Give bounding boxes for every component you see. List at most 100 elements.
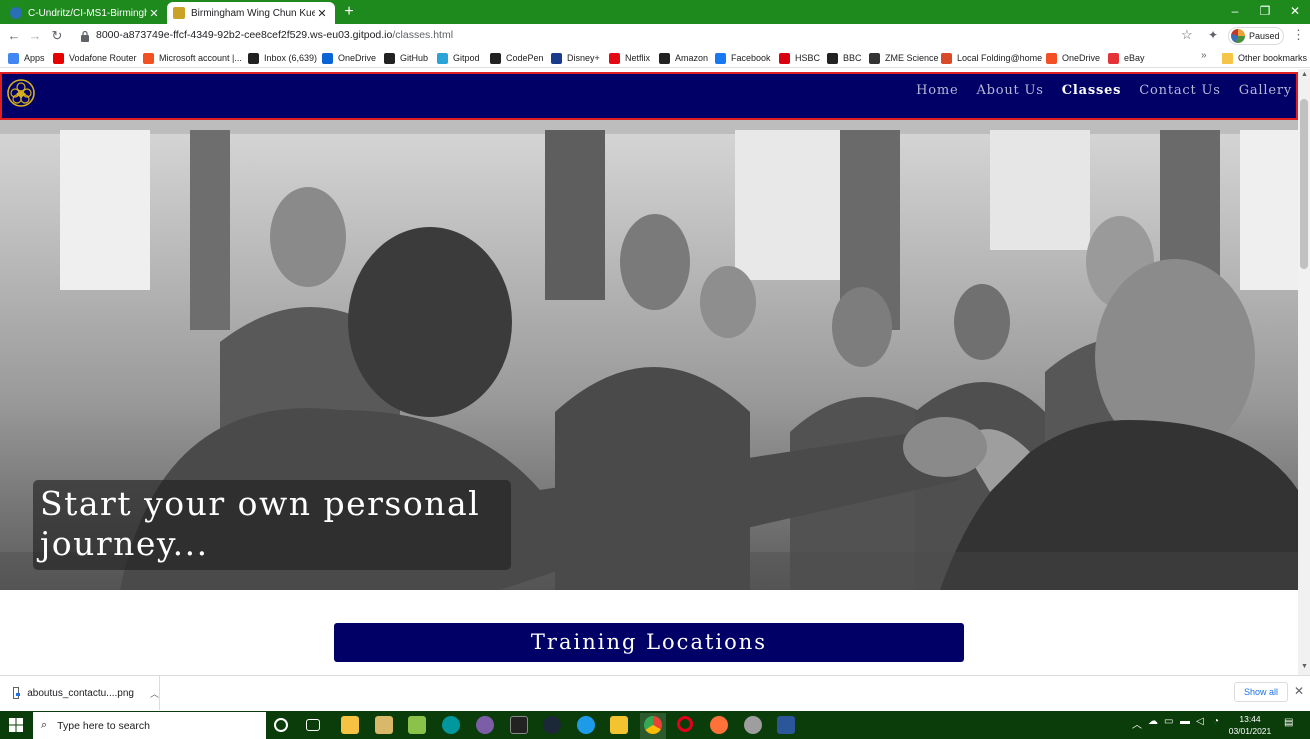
arduino-icon[interactable] bbox=[442, 716, 460, 734]
onedrive-icon bbox=[322, 52, 333, 64]
scrollbar-thumb[interactable] bbox=[1300, 99, 1308, 269]
nav-link-about-us[interactable]: About Us bbox=[976, 83, 1043, 98]
forward-arrow-icon[interactable]: → bbox=[26, 27, 44, 45]
hsbc-icon bbox=[779, 52, 790, 64]
bookmark-star-icon[interactable]: ☆ bbox=[1181, 27, 1193, 43]
zme-icon bbox=[869, 52, 880, 64]
bookmark-label: Disney+ bbox=[567, 53, 600, 63]
web-page: Start your own personal journey... Home … bbox=[0, 69, 1298, 675]
page-scrollbar[interactable]: ▲ ▼ bbox=[1298, 69, 1310, 675]
menu-kebab-icon[interactable]: ⋮ bbox=[1292, 27, 1305, 43]
github-icon bbox=[384, 52, 395, 64]
bookmark-12[interactable]: HSBC bbox=[779, 50, 820, 66]
bookmark-4[interactable]: OneDrive bbox=[322, 50, 376, 66]
restore-button[interactable]: ❐ bbox=[1250, 0, 1280, 24]
bookmark-10[interactable]: Amazon bbox=[659, 50, 708, 66]
bookmark-label: Microsoft account |... bbox=[159, 53, 242, 63]
search-placeholder: Type here to search bbox=[57, 719, 150, 732]
tray-chevron-icon[interactable]: ︿ bbox=[1132, 716, 1142, 731]
new-tab-button[interactable]: + bbox=[340, 3, 358, 21]
browser-tab-github[interactable]: C-Undritz/CI-MS1-Birmingham-W ✕ bbox=[4, 2, 167, 24]
wing-chun-logo-icon[interactable] bbox=[6, 78, 36, 108]
notes-icon[interactable] bbox=[375, 716, 393, 734]
bookmark-3[interactable]: Inbox (6,639) bbox=[248, 50, 317, 66]
word-icon[interactable] bbox=[777, 716, 795, 734]
bookmark-label: Gitpod bbox=[453, 53, 480, 63]
close-window-button[interactable]: ✕ bbox=[1280, 0, 1310, 24]
profile-button[interactable]: Paused bbox=[1228, 27, 1284, 45]
notifications-icon[interactable]: ▤ bbox=[1284, 717, 1293, 728]
steam-icon[interactable] bbox=[543, 716, 561, 734]
vodafone-icon bbox=[53, 52, 64, 64]
bookmark-11[interactable]: Facebook bbox=[715, 50, 771, 66]
bookmark-9[interactable]: Netflix bbox=[609, 50, 650, 66]
bookmark-label: BBC bbox=[843, 53, 862, 63]
tray-wifi-icon[interactable]: ◔ bbox=[1213, 716, 1219, 727]
lock-icon[interactable] bbox=[80, 30, 90, 42]
site-favicon-icon bbox=[173, 7, 185, 19]
nav-link-contact-us[interactable]: Contact Us bbox=[1139, 83, 1220, 98]
clock-time: 13:44 bbox=[1239, 714, 1261, 724]
tray-volume-icon[interactable]: ◁ bbox=[1196, 716, 1204, 727]
nav-link-home[interactable]: Home bbox=[916, 83, 958, 98]
epic-games-icon[interactable] bbox=[510, 716, 528, 734]
hero-image: Start your own personal journey... bbox=[0, 112, 1298, 590]
windows-start-icon[interactable] bbox=[9, 718, 23, 732]
bookmark-6[interactable]: Gitpod bbox=[437, 50, 480, 66]
taskbar-search-input[interactable]: ⌕ Type here to search bbox=[33, 712, 266, 739]
reload-icon[interactable]: ↻ bbox=[48, 27, 66, 45]
nav-link-classes[interactable]: Classes bbox=[1062, 83, 1122, 98]
store-icon[interactable] bbox=[341, 716, 359, 734]
cortana-icon[interactable] bbox=[274, 718, 288, 732]
app-icon[interactable] bbox=[476, 716, 494, 734]
spreadsheet-icon[interactable] bbox=[408, 716, 426, 734]
bookmark-8[interactable]: Disney+ bbox=[551, 50, 600, 66]
minimize-button[interactable]: – bbox=[1220, 0, 1250, 24]
tray-network-icon[interactable]: ▭ bbox=[1164, 716, 1173, 727]
file-explorer-icon[interactable] bbox=[610, 716, 628, 734]
other-bookmarks-folder[interactable]: Other bookmarks bbox=[1222, 50, 1307, 66]
chrome-icon[interactable] bbox=[644, 716, 662, 734]
ebay-icon bbox=[1108, 52, 1119, 64]
taskbar-clock[interactable]: 13:44 03/01/2021 bbox=[1228, 713, 1272, 737]
tab-close-icon[interactable]: ✕ bbox=[147, 7, 161, 20]
bookmark-5[interactable]: GitHub bbox=[384, 50, 428, 66]
bookmark-13[interactable]: BBC bbox=[827, 50, 862, 66]
show-all-downloads-button[interactable]: Show all bbox=[1234, 682, 1288, 702]
microsoft-icon bbox=[143, 52, 154, 64]
bookmark-14[interactable]: ZME Science bbox=[869, 50, 939, 66]
close-downloads-icon[interactable]: ✕ bbox=[1294, 684, 1304, 698]
firefox-icon[interactable] bbox=[710, 716, 728, 734]
scroll-down-arrow-icon[interactable]: ▼ bbox=[1301, 663, 1308, 670]
chevron-up-icon[interactable]: ︿ bbox=[150, 687, 159, 700]
bookmark-17[interactable]: eBay bbox=[1108, 50, 1145, 66]
task-view-icon[interactable] bbox=[306, 719, 320, 731]
bookmarks-overflow-button[interactable]: » bbox=[1201, 50, 1207, 61]
profile-status: Paused bbox=[1249, 31, 1280, 41]
app-icon-2[interactable] bbox=[744, 716, 762, 734]
bookmark-label: Local Folding@home bbox=[957, 53, 1043, 63]
tray-battery-icon[interactable]: ▬ bbox=[1180, 716, 1190, 727]
bookmark-15[interactable]: Local Folding@home bbox=[941, 50, 1042, 66]
opera-icon[interactable] bbox=[677, 716, 693, 732]
bookmark-label: eBay bbox=[1124, 53, 1145, 63]
facebook-icon bbox=[715, 52, 726, 64]
bookmark-7[interactable]: CodePen bbox=[490, 50, 544, 66]
edge-icon[interactable] bbox=[577, 716, 595, 734]
bookmark-0[interactable]: Apps bbox=[8, 50, 45, 66]
back-arrow-icon[interactable]: ← bbox=[5, 27, 23, 45]
bookmark-2[interactable]: Microsoft account |... bbox=[143, 50, 242, 66]
bookmark-1[interactable]: Vodafone Router bbox=[53, 50, 137, 66]
tab-close-icon[interactable]: ✕ bbox=[315, 7, 329, 20]
bbc-icon bbox=[827, 52, 838, 64]
tray-onedrive-icon[interactable]: ☁ bbox=[1148, 716, 1158, 727]
url-input[interactable]: 8000-a873749e-ffcf-4349-92b2-cee8cef2f52… bbox=[96, 29, 453, 41]
nav-link-gallery[interactable]: Gallery bbox=[1239, 83, 1292, 98]
extensions-puzzle-icon[interactable]: ✦ bbox=[1208, 28, 1218, 42]
gitpod-icon bbox=[437, 52, 448, 64]
browser-tab-site[interactable]: Birmingham Wing Chun Kuen ✕ bbox=[167, 2, 335, 24]
download-item[interactable]: aboutus_contactu....png ︿ bbox=[0, 676, 160, 710]
apps-grid-icon bbox=[8, 52, 19, 64]
bookmark-16[interactable]: OneDrive bbox=[1046, 50, 1100, 66]
scroll-up-arrow-icon[interactable]: ▲ bbox=[1301, 71, 1308, 78]
